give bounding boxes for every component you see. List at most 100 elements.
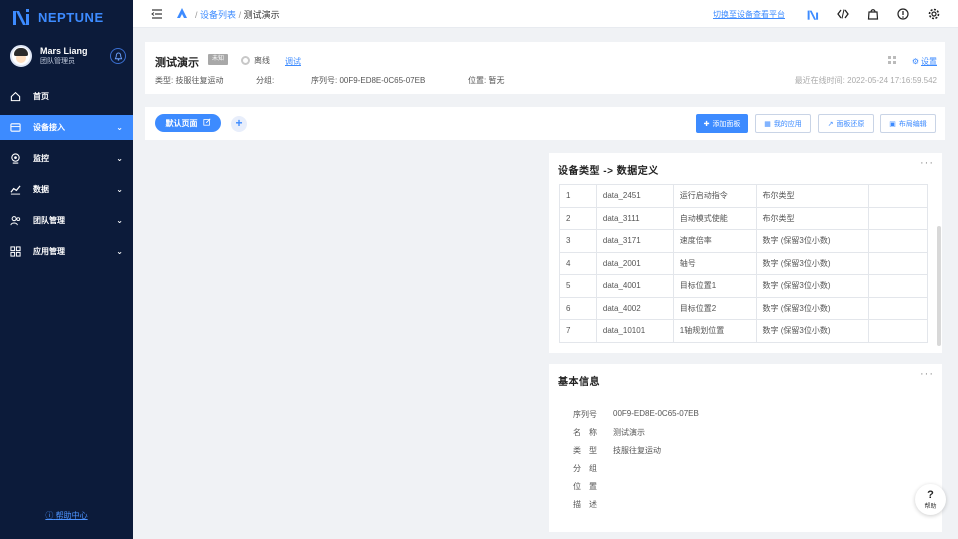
- info-label: 描 述: [573, 500, 597, 509]
- scrollbar[interactable]: [937, 226, 941, 346]
- help-center-link[interactable]: ⓘ 帮助中心: [0, 510, 133, 521]
- table-cell: 2: [559, 206, 597, 230]
- table-cell: 数字 (保留3位小数): [755, 319, 870, 343]
- sidebar-item-device-access[interactable]: 设备接入 ⌄: [0, 115, 133, 140]
- switch-platform-link[interactable]: 切换至设备查看平台: [713, 9, 785, 20]
- home-logo-icon[interactable]: [176, 7, 188, 19]
- menu-fold-icon[interactable]: [151, 8, 163, 20]
- table-cell: data_10101: [595, 319, 674, 343]
- grid-icon[interactable]: [888, 56, 897, 65]
- avatar[interactable]: [10, 45, 32, 67]
- sidebar-item-label: 应用管理: [33, 247, 65, 256]
- table-cell: 数字 (保留3位小数): [755, 274, 870, 298]
- chart-icon: [9, 184, 21, 196]
- table-cell: [868, 296, 928, 320]
- home-icon: [9, 91, 21, 103]
- gear-icon[interactable]: [927, 7, 941, 21]
- sidebar-item-label: 监控: [33, 154, 49, 163]
- device-group: 分组:: [256, 76, 275, 85]
- sidebar-item-label: 设备接入: [33, 123, 65, 132]
- breadcrumb-current: 测试演示: [243, 10, 280, 20]
- sidebar-nav: 首页 设备接入 ⌄ 监控 ⌄ 数据 ⌄ 团队管理 ⌄ 应用管理 ⌄: [0, 84, 133, 270]
- shopping-bag-icon[interactable]: [866, 7, 880, 21]
- add-panel-button[interactable]: ✚ 添加面板: [696, 114, 748, 133]
- more-icon[interactable]: ···: [920, 157, 934, 169]
- table-cell: 数字 (保留3位小数): [755, 229, 870, 253]
- table-cell: 1轴规划位置: [672, 319, 757, 343]
- add-tab-button[interactable]: +: [231, 116, 247, 132]
- table-cell: 目标位置1: [672, 274, 757, 298]
- table-cell: data_2001: [595, 251, 674, 275]
- chevron-down-icon: ⌄: [116, 154, 123, 163]
- gear-icon: ⚙: [911, 57, 919, 66]
- sidebar-item-monitor[interactable]: 监控 ⌄: [0, 146, 133, 171]
- data-definition-panel: 设备类型 -> 数据定义 ··· 1 data_2451 运行启动指令 布尔类型 2 da…: [549, 153, 942, 353]
- table-cell: [868, 184, 928, 208]
- info-label: 类 型: [573, 446, 597, 455]
- debug-link[interactable]: 调试: [285, 56, 301, 67]
- help-circle-icon: ⓘ: [45, 511, 54, 520]
- table-cell: 3: [559, 229, 597, 253]
- table-cell: 运行启动指令: [672, 184, 757, 208]
- edit-icon[interactable]: [202, 118, 211, 128]
- table-cell: 布尔类型: [755, 184, 870, 208]
- user-role: 团队管理员: [40, 58, 75, 65]
- device-title: 测试演示: [155, 57, 199, 69]
- user-name: Mars Liang: [40, 46, 88, 56]
- table-cell: data_2451: [595, 184, 674, 208]
- restore-panel-button[interactable]: ↗ 面板还原: [818, 114, 874, 133]
- bell-icon[interactable]: [110, 48, 126, 64]
- apps-icon: ▦: [764, 120, 771, 128]
- table-cell: [868, 274, 928, 298]
- layout-icon: ▣: [889, 120, 896, 128]
- info-value: 00F9-ED8E-0C65-07EB: [613, 409, 699, 418]
- info-row: 序列号 00F9-ED8E-0C65-07EB: [573, 409, 699, 427]
- device-info-card: 测试演示 未知 离线 调试 类型: 技服往复运动 分组: 序列号: 00F9-E…: [145, 42, 945, 94]
- info-icon[interactable]: [896, 7, 910, 21]
- code-icon[interactable]: [836, 7, 850, 21]
- user-profile[interactable]: Mars Liang 团队管理员: [10, 42, 126, 70]
- info-row: 分 组: [573, 463, 699, 481]
- neptune-icon[interactable]: [806, 7, 820, 21]
- sidebar-item-apps[interactable]: 应用管理 ⌄: [0, 239, 133, 264]
- settings-link[interactable]: ⚙ 设置: [912, 56, 937, 67]
- table-cell: 1: [559, 184, 597, 208]
- sidebar-item-label: 团队管理: [33, 216, 65, 225]
- page-toolbar: 默认页面 + ✚ 添加面板 ▦ 我的应用 ↗ 面板还原 ▣ 布局编辑: [145, 107, 945, 140]
- info-row: 名 称 测试演示: [573, 427, 699, 445]
- layout-edit-button[interactable]: ▣ 布局编辑: [880, 114, 936, 133]
- table-cell: [868, 206, 928, 230]
- logo-text: NEPTUNE: [38, 9, 104, 25]
- info-row: 位 置: [573, 481, 699, 499]
- table-cell: 轴号: [672, 251, 757, 275]
- info-row: 描 述: [573, 499, 699, 517]
- panel-title: 设备类型 -> 数据定义: [558, 166, 659, 177]
- device-icon: [9, 122, 21, 134]
- device-tag: 未知: [208, 54, 229, 65]
- table-cell: 速度倍率: [672, 229, 757, 253]
- chevron-down-icon: ⌄: [116, 123, 123, 132]
- table-row: 7 data_10101 1轴规划位置 数字 (保留3位小数): [559, 319, 928, 343]
- table-row: 3 data_3171 速度倍率 数字 (保留3位小数): [559, 229, 928, 253]
- device-serial: 序列号: 00F9-ED8E-0C65-07EB: [311, 76, 426, 85]
- tab-default-page[interactable]: 默认页面: [155, 114, 221, 132]
- basic-info-panel: 基本信息 ··· 序列号 00F9-ED8E-0C65-07EB 名 称 测试演示类 …: [549, 364, 942, 532]
- more-icon[interactable]: ···: [920, 368, 934, 380]
- table-row: 2 data_3111 自动模式使能 布尔类型: [559, 206, 928, 230]
- help-button[interactable]: ? 帮助: [915, 484, 946, 515]
- sidebar-item-label: 数据: [33, 185, 49, 194]
- sidebar-item-home[interactable]: 首页: [0, 84, 133, 109]
- sidebar-item-data[interactable]: 数据 ⌄: [0, 177, 133, 202]
- info-label: 序列号: [573, 410, 597, 419]
- panel-title: 基本信息: [558, 377, 600, 388]
- table-cell: data_3111: [595, 206, 674, 230]
- my-apps-button[interactable]: ▦ 我的应用: [755, 114, 811, 133]
- sidebar-item-team[interactable]: 团队管理 ⌄: [0, 208, 133, 233]
- question-icon: ?: [927, 489, 934, 501]
- table-cell: [868, 251, 928, 275]
- table-cell: [868, 229, 928, 253]
- breadcrumb-device-list[interactable]: 设备列表: [200, 10, 236, 20]
- logo[interactable]: NEPTUNE: [12, 6, 104, 28]
- sidebar-item-label: 首页: [33, 92, 49, 101]
- apps-icon: [9, 246, 21, 258]
